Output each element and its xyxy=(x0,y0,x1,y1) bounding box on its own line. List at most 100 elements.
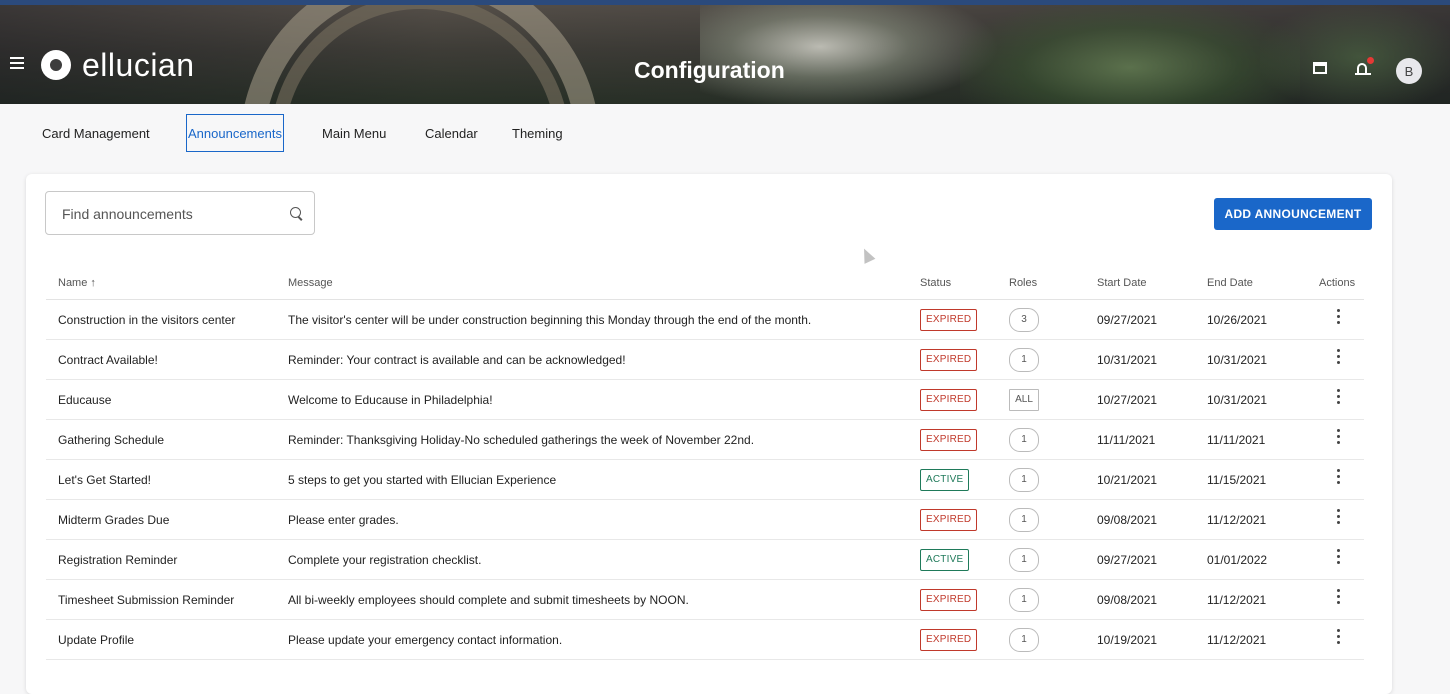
table-header-row: Name ↑ Message Status Roles Start Date E… xyxy=(46,266,1364,300)
table-row[interactable]: Contract Available! Reminder: Your contra… xyxy=(46,339,1364,380)
more-actions-icon[interactable] xyxy=(1337,549,1341,567)
table-row[interactable]: Educause Welcome to Educause in Philadelp… xyxy=(46,379,1364,420)
cell-end-date: 11/11/2021 xyxy=(1195,419,1307,460)
cell-name: Midterm Grades Due xyxy=(46,499,276,540)
page-title: Configuration xyxy=(634,57,785,83)
roles-badge: 1 xyxy=(1009,627,1039,652)
table-row[interactable]: Gathering Schedule Reminder: Thanksgiving… xyxy=(46,419,1364,460)
cell-name: Gathering Schedule xyxy=(46,419,276,460)
column-header-start-date: Start Date xyxy=(1085,266,1195,300)
more-actions-icon[interactable] xyxy=(1337,349,1341,367)
status-badge: EXPIRED xyxy=(920,428,978,451)
ellucian-logo-icon xyxy=(41,50,71,80)
table-row[interactable]: Construction in the visitors center The v… xyxy=(46,299,1364,340)
cell-actions xyxy=(1307,379,1364,420)
cell-message: Please enter grades. xyxy=(276,499,908,540)
mouse-cursor-icon xyxy=(858,246,876,264)
table-row[interactable]: Let's Get Started! 5 steps to get you sta… xyxy=(46,459,1364,500)
column-header-name[interactable]: Name ↑ xyxy=(46,266,276,300)
cell-status: EXPIRED xyxy=(908,579,997,620)
cell-message: Please update your emergency contact inf… xyxy=(276,619,908,660)
table-row[interactable]: Timesheet Submission Reminder All bi-week… xyxy=(46,579,1364,620)
cell-status: ACTIVE xyxy=(908,459,997,500)
roles-badge: 1 xyxy=(1009,347,1039,372)
avatar[interactable]: B xyxy=(1396,58,1422,84)
cell-name: Registration Reminder xyxy=(46,539,276,580)
announcements-table: Name ↑ Message Status Roles Start Date E… xyxy=(46,266,1364,660)
header-background-foliage xyxy=(700,5,1000,104)
app-header: ellucian Configuration B xyxy=(0,0,1450,104)
cell-actions xyxy=(1307,459,1364,500)
search-box xyxy=(45,191,315,235)
cell-status: ACTIVE xyxy=(908,539,997,580)
cell-end-date: 10/31/2021 xyxy=(1195,339,1307,380)
column-header-end-date: End Date xyxy=(1195,266,1307,300)
more-actions-icon[interactable] xyxy=(1337,469,1341,487)
cell-end-date: 10/31/2021 xyxy=(1195,379,1307,420)
tab-theming[interactable]: Theming xyxy=(512,114,563,154)
header-background-foliage xyxy=(1260,5,1450,104)
tab-calendar[interactable]: Calendar xyxy=(425,114,478,154)
cell-name: Construction in the visitors center xyxy=(46,299,276,340)
cell-actions xyxy=(1307,299,1364,340)
cell-roles: 1 xyxy=(997,339,1085,380)
roles-badge: 1 xyxy=(1009,467,1039,492)
notification-dot xyxy=(1367,57,1374,64)
status-badge: EXPIRED xyxy=(920,388,978,411)
cell-message: 5 steps to get you started with Ellucian… xyxy=(276,459,908,500)
table-row[interactable]: Registration Reminder Complete your regis… xyxy=(46,539,1364,580)
cell-name: Contract Available! xyxy=(46,339,276,380)
roles-badge: 1 xyxy=(1009,587,1039,612)
tab-card-management[interactable]: Card Management xyxy=(42,114,150,154)
tab-main-menu[interactable]: Main Menu xyxy=(322,114,386,154)
cell-status: EXPIRED xyxy=(908,339,997,380)
search-icon[interactable] xyxy=(290,207,301,218)
cell-roles: 1 xyxy=(997,419,1085,460)
cell-actions xyxy=(1307,419,1364,460)
roles-badge: 1 xyxy=(1009,507,1039,532)
cell-start-date: 10/31/2021 xyxy=(1085,339,1195,380)
roles-badge: ALL xyxy=(1009,388,1039,411)
add-announcement-button[interactable]: ADD ANNOUNCEMENT xyxy=(1214,198,1372,230)
cell-roles: 1 xyxy=(997,499,1085,540)
notifications-bell-icon[interactable] xyxy=(1355,57,1374,76)
cell-actions xyxy=(1307,619,1364,660)
cell-message: Reminder: Thanksgiving Holiday-No schedu… xyxy=(276,419,908,460)
status-badge: EXPIRED xyxy=(920,628,978,651)
column-header-status: Status xyxy=(908,266,997,300)
column-header-roles: Roles xyxy=(997,266,1085,300)
cell-start-date: 09/27/2021 xyxy=(1085,299,1195,340)
cell-actions xyxy=(1307,339,1364,380)
status-badge: EXPIRED xyxy=(920,348,978,371)
more-actions-icon[interactable] xyxy=(1337,629,1341,647)
more-actions-icon[interactable] xyxy=(1337,389,1341,407)
tab-announcements[interactable]: Announcements xyxy=(186,114,284,152)
cell-status: EXPIRED xyxy=(908,499,997,540)
more-actions-icon[interactable] xyxy=(1337,309,1341,327)
calendar-icon[interactable] xyxy=(1313,62,1327,74)
cell-end-date: 11/12/2021 xyxy=(1195,619,1307,660)
cell-message: Complete your registration checklist. xyxy=(276,539,908,580)
cell-roles: 3 xyxy=(997,299,1085,340)
cell-roles: 1 xyxy=(997,539,1085,580)
more-actions-icon[interactable] xyxy=(1337,429,1341,447)
more-actions-icon[interactable] xyxy=(1337,509,1341,527)
cell-message: Reminder: Your contract is available and… xyxy=(276,339,908,380)
cell-actions xyxy=(1307,539,1364,580)
cell-start-date: 10/21/2021 xyxy=(1085,459,1195,500)
cell-roles: 1 xyxy=(997,579,1085,620)
status-badge: ACTIVE xyxy=(920,548,970,571)
cell-end-date: 11/12/2021 xyxy=(1195,579,1307,620)
search-input[interactable] xyxy=(60,204,274,224)
more-actions-icon[interactable] xyxy=(1337,589,1341,607)
cell-message: Welcome to Educause in Philadelphia! xyxy=(276,379,908,420)
column-header-actions: Actions xyxy=(1307,266,1364,300)
status-badge: EXPIRED xyxy=(920,588,978,611)
cell-roles: 1 xyxy=(997,459,1085,500)
cell-actions xyxy=(1307,579,1364,620)
hamburger-menu-icon[interactable] xyxy=(10,57,24,72)
status-badge: ACTIVE xyxy=(920,468,970,491)
table-row[interactable]: Midterm Grades Due Please enter grades. EX… xyxy=(46,499,1364,540)
cell-start-date: 10/27/2021 xyxy=(1085,379,1195,420)
table-row[interactable]: Update Profile Please update your emergen… xyxy=(46,619,1364,660)
